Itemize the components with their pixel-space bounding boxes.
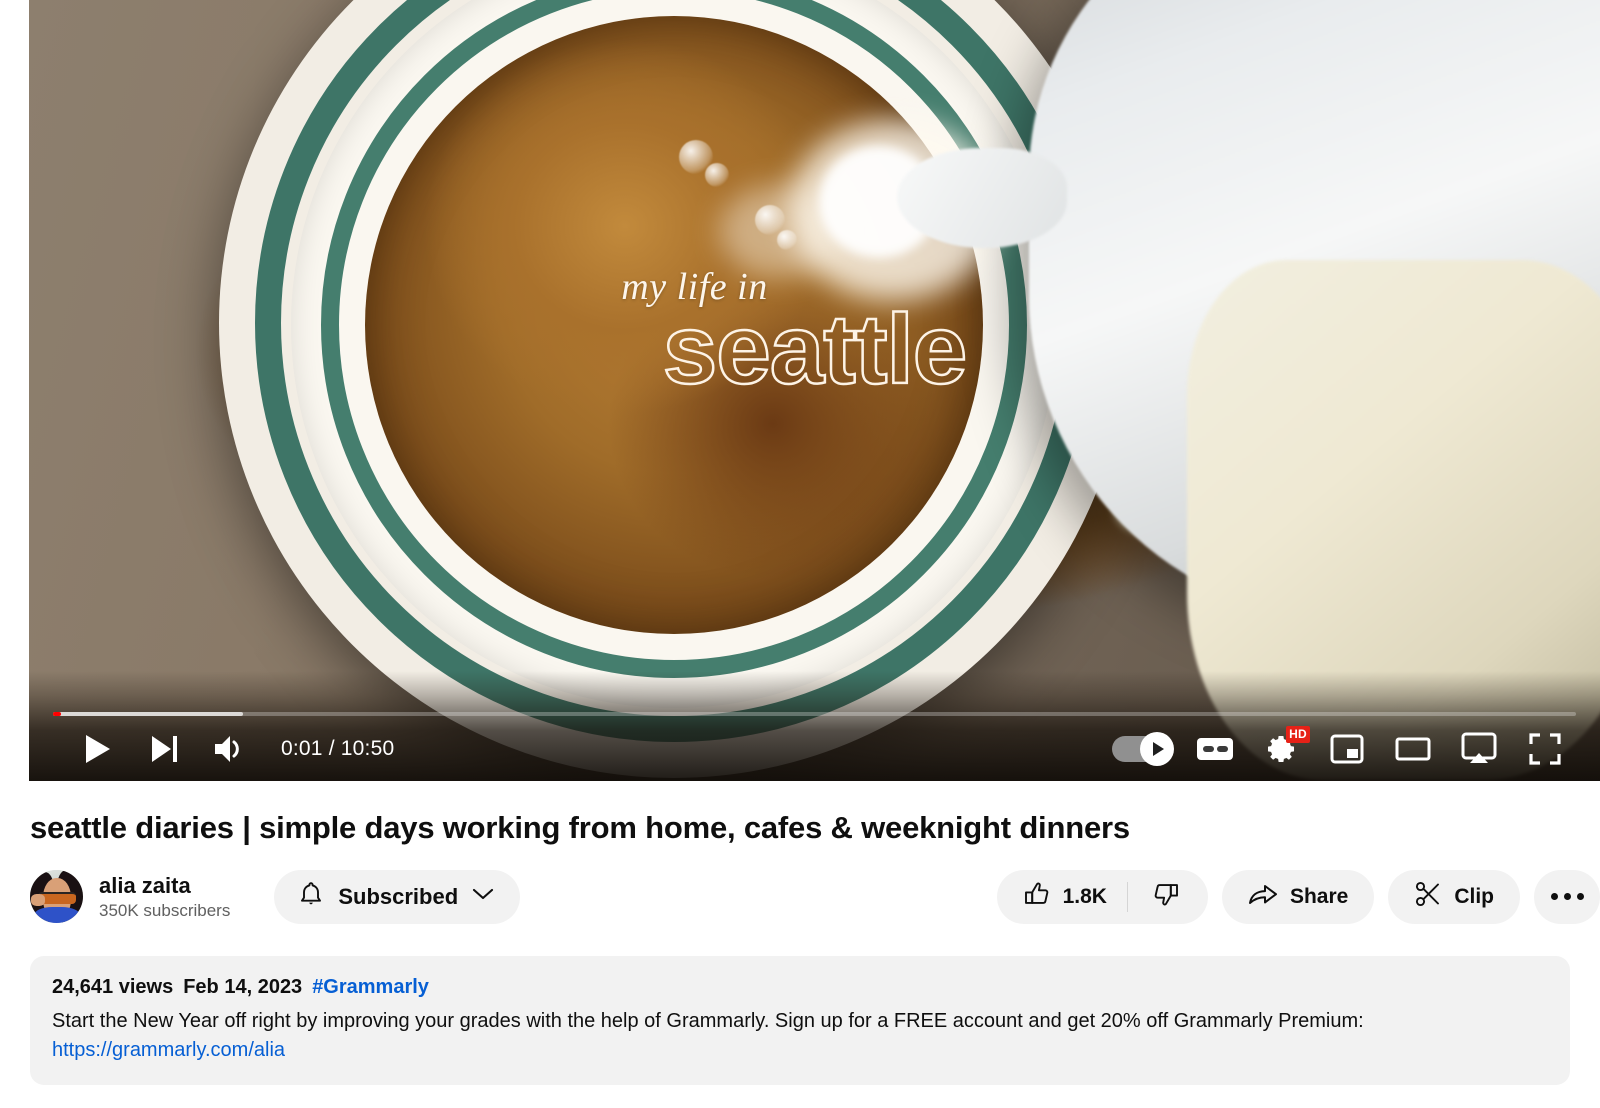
avatar-hand <box>31 894 45 907</box>
thumbs-up-icon <box>1023 880 1051 913</box>
ellipsis-icon <box>1550 893 1584 901</box>
play-button[interactable] <box>65 720 131 778</box>
cast-button[interactable] <box>1446 720 1512 778</box>
volume-button[interactable] <box>197 720 263 778</box>
description-link[interactable]: https://grammarly.com/alia <box>52 1039 285 1061</box>
video-player[interactable]: my life in seattle <box>29 0 1600 781</box>
player-controls-bar: 0:01 / 10:50 HD <box>29 717 1600 781</box>
more-actions-button[interactable] <box>1534 869 1600 924</box>
description-text: Start the New Year off right by improvin… <box>52 1007 1548 1065</box>
description-box[interactable]: 24,641 views Feb 14, 2023 #Grammarly Start… <box>30 955 1570 1085</box>
autoplay-toggle-track <box>1112 732 1174 766</box>
bubble-icon <box>755 205 785 235</box>
miniplayer-button[interactable] <box>1314 720 1380 778</box>
video-meta-section: seattle diaries | simple days working fr… <box>0 781 1600 1085</box>
coffee-surface-graphic <box>365 16 983 634</box>
subscriber-count: 350K subscribers <box>99 900 231 920</box>
action-buttons: 1.8K Share Clip <box>996 869 1600 924</box>
subscribed-button-label: Subscribed <box>338 883 459 909</box>
video-frame[interactable]: my life in seattle <box>29 0 1600 781</box>
avatar-body <box>34 907 80 924</box>
clip-button-inner: Clip <box>1388 870 1520 924</box>
hd-badge: HD <box>1286 726 1310 743</box>
share-icon <box>1248 881 1278 912</box>
page-title: seattle diaries | simple days working fr… <box>30 810 1130 845</box>
player-controls-right: HD <box>1100 720 1600 778</box>
fullscreen-button[interactable] <box>1512 720 1578 778</box>
progress-buffered <box>53 712 244 716</box>
progress-played <box>53 712 62 716</box>
progress-track[interactable] <box>53 712 1576 716</box>
channel-name[interactable]: alia zaita <box>99 873 230 899</box>
next-button[interactable] <box>131 720 197 778</box>
autoplay-toggle-knob <box>1140 732 1174 766</box>
settings-button[interactable]: HD <box>1248 720 1314 778</box>
view-count: 24,641 views <box>52 975 174 998</box>
bubble-icon <box>777 230 797 250</box>
description-body: Start the New Year off right by improvin… <box>52 1009 1370 1032</box>
clip-button-label: Clip <box>1454 884 1494 908</box>
like-button[interactable]: 1.8K <box>997 870 1127 924</box>
description-meta: 24,641 views Feb 14, 2023 #Grammarly <box>52 974 1548 1001</box>
chevron-down-icon <box>472 887 494 906</box>
time-display: 0:01 / 10:50 <box>281 737 395 760</box>
share-button[interactable]: Share <box>1221 869 1375 924</box>
owner-row: alia zaita 350K subscribers Subscribed 1… <box>0 848 1600 924</box>
bell-icon <box>298 880 324 913</box>
like-dislike-group: 1.8K <box>996 869 1208 924</box>
subscribed-button[interactable]: Subscribed <box>274 869 521 924</box>
avatar[interactable] <box>30 870 83 924</box>
like-count: 1.8K <box>1062 884 1107 908</box>
player-controls-left: 0:01 / 10:50 <box>29 720 394 778</box>
bubble-icon <box>705 163 729 187</box>
milk-jug-spout-graphic <box>897 148 1067 248</box>
dislike-button[interactable] <box>1128 870 1208 924</box>
scissors-icon <box>1414 880 1442 913</box>
share-button-label: Share <box>1289 884 1349 908</box>
description-hashtag[interactable]: #Grammarly <box>312 976 429 998</box>
captions-button[interactable] <box>1182 720 1248 778</box>
clip-button[interactable]: Clip <box>1388 869 1520 924</box>
owner-text: alia zaita 350K subscribers <box>83 873 230 921</box>
autoplay-toggle[interactable] <box>1100 720 1182 778</box>
thumbs-down-icon <box>1152 880 1180 913</box>
share-button-inner: Share <box>1222 870 1374 924</box>
theater-button[interactable] <box>1380 720 1446 778</box>
publish-date: Feb 14, 2023 <box>183 975 303 998</box>
